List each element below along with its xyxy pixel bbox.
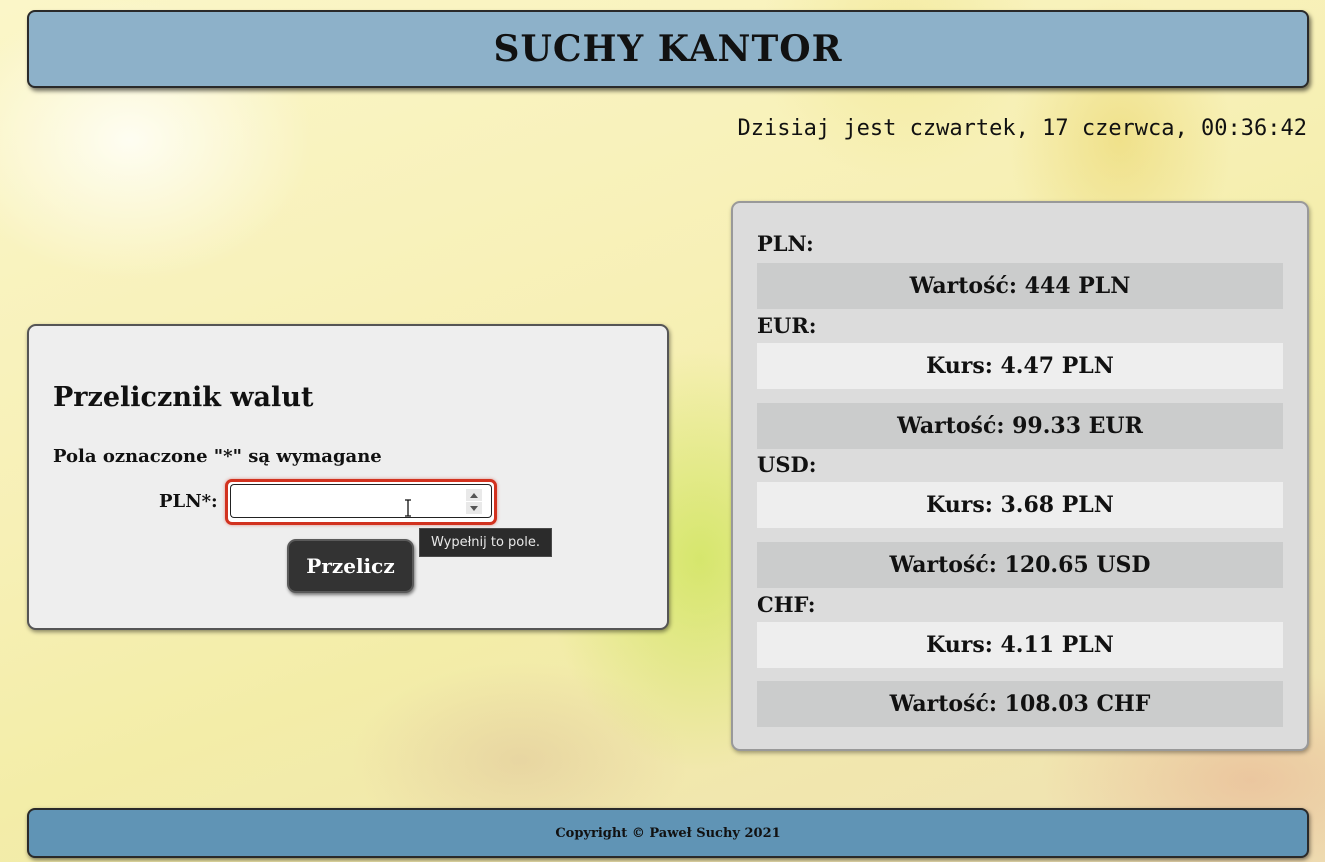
- currency-label-usd: USD:: [757, 452, 817, 477]
- pln-amount-input[interactable]: [230, 484, 460, 518]
- currency-label-eur: EUR:: [757, 313, 817, 338]
- chf-value-row: Wartość: 108.03 CHF: [757, 681, 1283, 727]
- text-cursor-icon: [405, 499, 411, 517]
- copyright-text: Copyright © Paweł Suchy 2021: [555, 825, 781, 841]
- required-fields-note: Pola oznaczone "*" są wymagane: [53, 446, 382, 467]
- usd-value-row: Wartość: 120.65 USD: [757, 542, 1283, 588]
- site-title: SUCHY KANTOR: [493, 28, 843, 70]
- currency-converter-panel: Przelicznik walut Pola oznaczone "*" są …: [27, 324, 669, 630]
- eur-rate-row: Kurs: 4.47 PLN: [757, 343, 1283, 389]
- spin-up-icon[interactable]: [466, 489, 482, 501]
- eur-value-row: Wartość: 99.33 EUR: [757, 403, 1283, 449]
- currency-label-chf: CHF:: [757, 592, 816, 617]
- site-header: SUCHY KANTOR: [27, 10, 1309, 88]
- date-time-display: Dzisiaj jest czwartek, 17 czerwca, 00:36…: [737, 116, 1307, 141]
- pln-value-row: Wartość: 444 PLN: [757, 263, 1283, 309]
- chf-rate-row: Kurs: 4.11 PLN: [757, 622, 1283, 668]
- usd-rate-row: Kurs: 3.68 PLN: [757, 482, 1283, 528]
- number-spinner: [458, 484, 492, 518]
- site-footer: Copyright © Paweł Suchy 2021: [27, 808, 1309, 858]
- conversion-results-panel: PLN: Wartość: 444 PLN EUR: Kurs: 4.47 PL…: [731, 201, 1309, 751]
- pln-amount-label: PLN*:: [159, 491, 218, 512]
- convert-button[interactable]: Przelicz: [287, 539, 414, 593]
- pln-amount-field-wrapper: [225, 479, 497, 525]
- converter-title: Przelicznik walut: [53, 382, 314, 413]
- spin-down-icon[interactable]: [466, 502, 482, 514]
- validation-tooltip: Wypełnij to pole.: [419, 528, 552, 557]
- currency-label-pln: PLN:: [757, 231, 814, 256]
